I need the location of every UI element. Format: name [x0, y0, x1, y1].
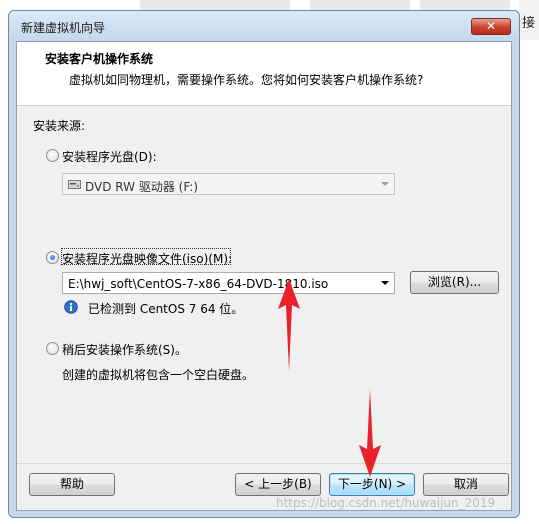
- drive-select[interactable]: DVD RW 驱动器 (F:): [62, 173, 395, 195]
- watermark-url: https://blog.csdn.net/huwaijun_2019: [276, 496, 496, 510]
- page-title: 安装客户机操作系统: [45, 52, 154, 66]
- browse-button[interactable]: 浏览(R)...: [410, 271, 499, 294]
- info-icon: [64, 300, 78, 314]
- radio-iso-image-label[interactable]: 安装程序光盘映像文件(iso)(M):: [62, 250, 232, 267]
- footer-divider: [17, 463, 511, 464]
- background-text: 接: [522, 16, 536, 31]
- title-bar[interactable]: 新建虚拟机向导 ✕: [9, 11, 519, 41]
- help-button[interactable]: 帮助: [29, 473, 115, 496]
- radio-install-later-label[interactable]: 稍后安装操作系统(S)。: [62, 341, 187, 358]
- wizard-window: 新建虚拟机向导 ✕ 安装客户机操作系统 虚拟机如同物理机，需要操作系统。您将如何…: [8, 10, 520, 518]
- install-later-description: 创建的虚拟机将包含一个空白硬盘。: [62, 368, 255, 382]
- drive-select-value: DVD RW 驱动器 (F:): [85, 180, 199, 194]
- radio-installer-disc-label[interactable]: 安装程序光盘(D):: [62, 148, 157, 165]
- disc-drive-icon: [68, 180, 81, 189]
- chevron-down-icon: [381, 182, 389, 186]
- window-title: 新建虚拟机向导: [21, 21, 106, 35]
- detected-os-text: 已检测到 CentOS 7 64 位。: [88, 302, 244, 316]
- wizard-header: 安装客户机操作系统 虚拟机如同物理机，需要操作系统。您将如何安装客户机操作系统?: [17, 42, 511, 106]
- radio-install-later[interactable]: [46, 342, 59, 355]
- cancel-button[interactable]: 取消: [423, 473, 509, 496]
- close-icon: ✕: [485, 19, 497, 33]
- annotation-arrow-down: [359, 389, 381, 477]
- install-source-label: 安装来源:: [33, 119, 86, 133]
- wizard-client-area: 安装客户机操作系统 虚拟机如同物理机，需要操作系统。您将如何安装客户机操作系统?…: [16, 41, 512, 511]
- back-button[interactable]: < 上一步(B): [235, 473, 321, 496]
- radio-installer-disc[interactable]: [46, 149, 59, 162]
- close-button[interactable]: ✕: [471, 18, 511, 35]
- page-subtitle: 虚拟机如同物理机，需要操作系统。您将如何安装客户机操作系统?: [69, 73, 424, 87]
- chevron-down-icon[interactable]: [381, 281, 389, 285]
- annotation-arrow-up: [278, 279, 300, 371]
- radio-iso-image[interactable]: [46, 251, 59, 264]
- iso-path-combo[interactable]: E:\hwj_soft\CentOS-7-x86_64-DVD-1810.iso: [62, 272, 395, 294]
